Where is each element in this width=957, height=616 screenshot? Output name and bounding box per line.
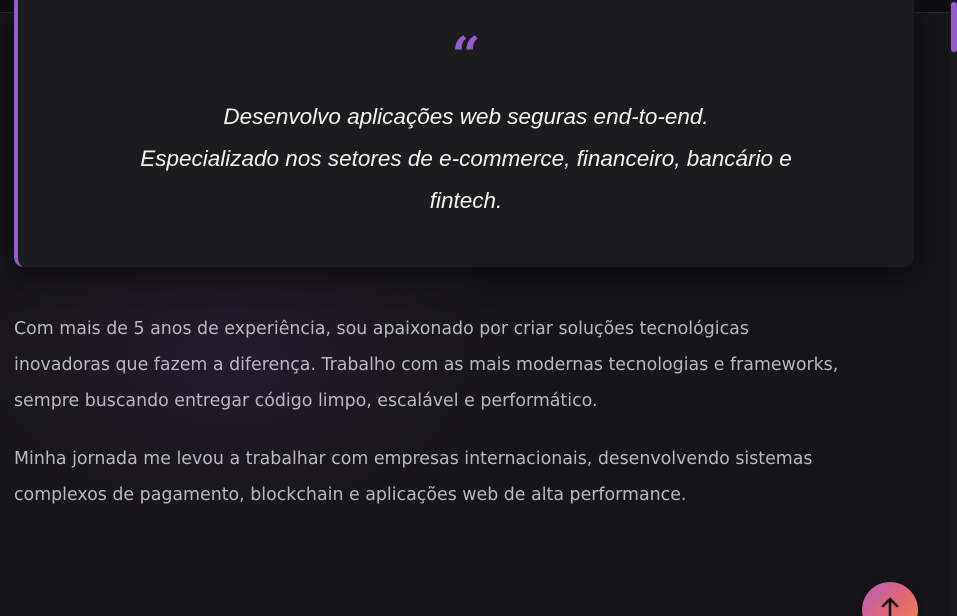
scroll-to-top-button[interactable] <box>862 582 918 616</box>
paragraph-line: inovadoras que fazem a diferença. Trabal… <box>14 355 839 375</box>
page: “ Desenvolvo aplicações web seguras end-… <box>0 0 957 616</box>
about-paragraph-experience: Com mais de 5 anos de experiência, sou a… <box>14 311 914 419</box>
paragraph-line: complexos de pagamento, blockchain e apl… <box>14 485 687 505</box>
scrollbar-thumb[interactable] <box>951 2 957 52</box>
quote-text: Desenvolvo aplicações web seguras end-to… <box>58 96 874 222</box>
paragraph-line: sempre buscando entregar código limpo, e… <box>14 391 598 411</box>
paragraph-line: Com mais de 5 anos de experiência, sou a… <box>14 319 749 339</box>
about-paragraph-journey: Minha jornada me levou a trabalhar com e… <box>14 441 914 513</box>
quote-line: Desenvolvo aplicações web seguras end-to… <box>223 104 709 129</box>
paragraph-line: Minha jornada me levou a trabalhar com e… <box>14 449 813 469</box>
quote-line: fintech. <box>429 188 503 213</box>
arrow-up-icon <box>881 597 899 616</box>
scrollbar[interactable] <box>950 0 957 616</box>
quote-card: “ Desenvolvo aplicações web seguras end-… <box>14 0 914 267</box>
quote-line: Especializado nos setores de e-commerce,… <box>140 146 792 171</box>
quote-icon: “ <box>451 30 481 72</box>
